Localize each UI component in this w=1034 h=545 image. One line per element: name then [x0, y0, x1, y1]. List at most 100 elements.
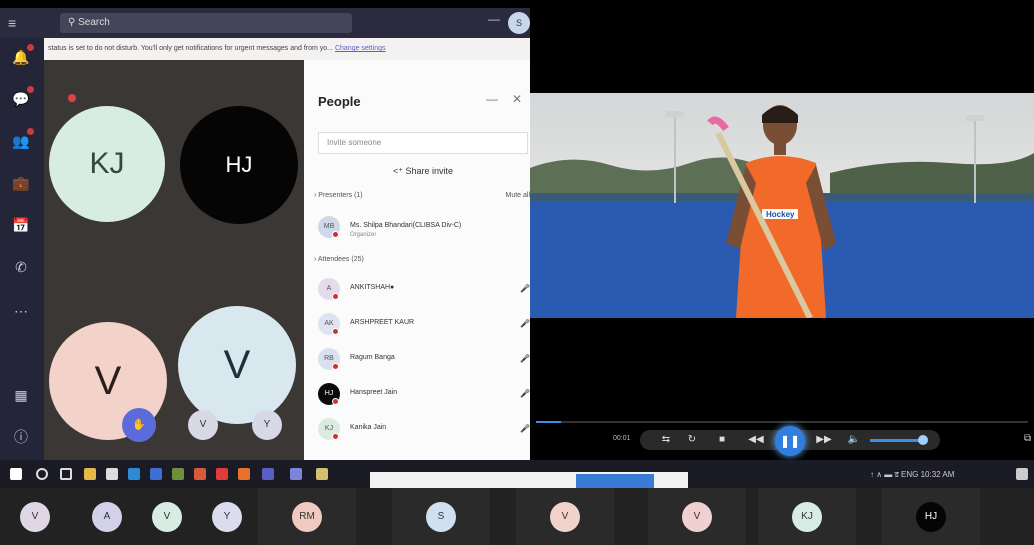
chrome-icon[interactable] — [216, 468, 228, 480]
presence-icon — [332, 231, 339, 238]
activity-badge — [27, 44, 34, 51]
taskbar-search-button[interactable] — [576, 474, 654, 488]
participant-avatar[interactable]: A — [92, 502, 122, 532]
system-tray[interactable]: ↑ ∧ ▬ ड ENG 10:32 AM — [870, 469, 954, 480]
invite-input[interactable]: Invite someone — [318, 132, 528, 154]
participant-avatar[interactable]: KJ — [792, 502, 822, 532]
vlc-icon[interactable] — [238, 468, 250, 480]
jersey-sponsor-text: Hockey — [766, 210, 795, 219]
app-icon[interactable] — [316, 468, 328, 480]
presenters-section[interactable]: › Presenters (1) Mute all — [314, 192, 530, 199]
repeat-icon[interactable]: ↻ — [684, 431, 700, 449]
video-content: Hockey — [530, 93, 1034, 318]
presence-icon — [332, 398, 339, 405]
help-icon[interactable]: ⓘ — [10, 426, 32, 448]
raise-hand-icon[interactable]: ✋ — [122, 408, 156, 442]
share-icon: <⁺ — [392, 166, 406, 176]
collapse-icon[interactable]: — — [486, 92, 498, 106]
seek-bar-fill — [536, 421, 561, 423]
banner-text: status is set to do not disturb. You'll … — [48, 45, 333, 52]
participant-avatar[interactable]: V — [550, 502, 580, 532]
video-tile[interactable]: KJ — [44, 60, 174, 260]
app-launcher-icon[interactable]: ≡ — [8, 15, 24, 31]
close-icon[interactable]: ✕ — [512, 92, 522, 106]
task-view-icon[interactable] — [60, 468, 72, 480]
stop-icon[interactable]: ■ — [714, 431, 730, 449]
meeting-stage: KJ HJ V V ✋ V Y — [44, 60, 304, 460]
participant-avatar: HJ — [180, 106, 298, 224]
search-input[interactable]: ⚲ Search — [60, 13, 352, 33]
participant-avatar[interactable]: V — [152, 502, 182, 532]
participant-row[interactable]: HJ Hanspreet Jain 🎤 — [318, 383, 530, 407]
participant-strip: V A V Y RM S V V KJ HJ — [0, 488, 1034, 545]
mute-all-button[interactable]: Mute all — [505, 192, 530, 199]
presence-icon — [332, 433, 339, 440]
app-icon[interactable] — [194, 468, 206, 480]
apps-icon[interactable]: ▦ — [10, 384, 32, 406]
mic-muted-icon: 🎤 — [520, 354, 530, 363]
teams-title-bar: ≡ ⚲ Search — S — [0, 8, 530, 38]
mail-icon[interactable] — [128, 468, 140, 480]
participant-avatar[interactable]: Y — [212, 502, 242, 532]
participant-row[interactable]: KJ Kanika Jain 🎤 — [318, 418, 530, 442]
participant-avatar-small[interactable]: Y — [252, 410, 282, 440]
presenters-header: Presenters (1) — [318, 192, 363, 199]
shuffle-icon[interactable]: ⇆ — [658, 431, 674, 449]
attendees-header: Attendees (25) — [317, 256, 364, 263]
pause-button[interactable]: ❚❚ — [775, 426, 805, 456]
participant-name: Ragum Banga — [350, 354, 395, 361]
app-icon[interactable] — [172, 468, 184, 480]
profile-avatar[interactable]: S — [508, 12, 530, 34]
attendees-section[interactable]: › Attendees (25) — [314, 256, 364, 263]
search-icon: ⚲ — [68, 17, 79, 28]
mic-muted-icon: 🎤 — [520, 284, 530, 293]
file-explorer-icon[interactable] — [84, 468, 96, 480]
more-apps-icon[interactable]: ⋯ — [10, 300, 32, 322]
participant-name: ARSHPREET KAUR — [350, 319, 415, 326]
minimize-button[interactable]: — — [488, 12, 500, 26]
participant-name: ANKITSHAH● — [350, 284, 395, 291]
presence-icon — [332, 293, 339, 300]
participant-avatar[interactable]: S — [426, 502, 456, 532]
participant-avatar[interactable]: HJ — [916, 502, 946, 532]
participant-avatar[interactable]: V — [682, 502, 712, 532]
screen: ≡ ⚲ Search — S 🔔 💬 👥 💼 📅 ✆ ⋯ ▦ ⓘ status … — [0, 0, 1034, 545]
calls-icon[interactable]: ✆ — [10, 256, 32, 278]
participant-avatar[interactable]: RM — [292, 502, 322, 532]
previous-icon[interactable]: ◀◀ — [748, 431, 764, 449]
start-icon[interactable] — [10, 468, 22, 480]
change-settings-link[interactable]: Change settings — [335, 45, 386, 52]
presence-icon — [332, 328, 339, 335]
chat-icon[interactable]: 💬 — [10, 86, 34, 110]
assignments-icon[interactable]: 💼 — [10, 172, 32, 194]
notifications-icon[interactable] — [1016, 468, 1028, 480]
store-icon[interactable] — [106, 468, 118, 480]
teams-taskbar-icon-2[interactable] — [290, 468, 302, 480]
people-title: People — [318, 94, 361, 109]
share-invite-button[interactable]: <⁺ Share invite — [318, 160, 528, 182]
participant-row[interactable]: RB Ragum Banga 🎤 — [318, 348, 530, 372]
video-frame[interactable]: Hockey — [530, 93, 1034, 318]
next-icon[interactable]: ▶▶ — [816, 431, 832, 449]
participant-avatar-small[interactable]: V — [188, 410, 218, 440]
participant-avatar[interactable]: V — [20, 502, 50, 532]
edge-icon[interactable] — [150, 468, 162, 480]
participant-row[interactable]: AK ARSHPREET KAUR 🎤 — [318, 313, 530, 337]
teams-taskbar-icon[interactable] — [262, 468, 274, 480]
seek-bar[interactable] — [536, 421, 1028, 423]
participant-row[interactable]: MB Ms. Shilpa Bhandari(CLIBSA Div-C) Organ… — [318, 216, 530, 240]
activity-icon[interactable]: 🔔 — [10, 44, 34, 68]
windows-taskbar: ↑ ∧ ▬ ड ENG 10:32 AM — [0, 460, 1034, 488]
calendar-icon[interactable]: 📅 — [10, 214, 32, 236]
teams-icon[interactable]: 👥 — [10, 128, 34, 152]
participant-name: Hanspreet Jain — [350, 389, 398, 396]
fullscreen-icon[interactable]: ⧉ — [1024, 433, 1031, 444]
participant-row[interactable]: A ANKITSHAH● 🎤 — [318, 278, 530, 302]
volume-knob[interactable] — [918, 435, 928, 445]
mic-muted-icon: 🎤 — [520, 319, 530, 328]
time-label: 00:01 — [613, 435, 631, 442]
volume-icon[interactable]: 🔈 — [846, 431, 862, 449]
video-tile[interactable]: HJ — [174, 60, 304, 260]
search-icon[interactable] — [36, 468, 48, 480]
volume-slider[interactable] — [870, 439, 921, 442]
